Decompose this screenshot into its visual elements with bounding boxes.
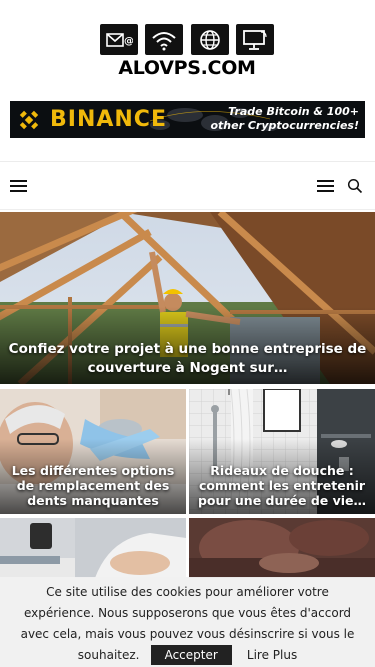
nav-bar (0, 162, 375, 210)
hamburger-icon[interactable] (10, 180, 27, 192)
binance-ad-banner[interactable]: BINANCE Trade Bitcoin & 100+ other Crypt… (10, 101, 365, 138)
svg-text:@: @ (124, 36, 133, 47)
featured-post[interactable]: Confiez votre projet à une bonne entrepr… (0, 212, 375, 384)
accept-cookies-button[interactable]: Accepter (150, 645, 232, 665)
post-card-shower[interactable]: Rideaux de douche : comment les entreten… (189, 389, 375, 514)
page: @ ALOVPS.COM BINANCE Trade Bitcoin & 100… (0, 0, 375, 667)
menu-icon[interactable] (317, 180, 334, 192)
binance-logo-icon (19, 110, 39, 129)
post-title-dental[interactable]: Les différentes options de remplacement … (6, 463, 180, 508)
email-icon: @ (100, 24, 138, 55)
search-icon[interactable] (347, 178, 363, 194)
post-card-office[interactable] (0, 518, 186, 578)
post-image-dark (189, 518, 375, 578)
globe-icon (190, 24, 229, 55)
hero-title[interactable]: Confiez votre projet à une bonne entrepr… (4, 340, 371, 378)
banner-promo-text: Trade Bitcoin & 100+ other Cryptocurrenc… (210, 105, 359, 132)
post-image-office (0, 518, 186, 578)
cookie-consent-bar: Ce site utilise des cookies pour amélior… (0, 577, 375, 667)
post-card-dental[interactable]: Les différentes options de remplacement … (0, 389, 186, 514)
read-more-link[interactable]: Lire Plus (247, 648, 297, 662)
post-title-shower[interactable]: Rideaux de douche : comment les entreten… (195, 463, 369, 508)
monitor-icon (235, 24, 274, 55)
site-logo[interactable]: @ ALOVPS.COM (100, 24, 274, 80)
logo-text: ALOVPS.COM (118, 57, 256, 79)
post-card-dark[interactable] (189, 518, 375, 578)
logo-icons: @ (100, 24, 274, 55)
binance-brand-text: BINANCE (50, 107, 167, 132)
wifi-icon (145, 24, 184, 55)
